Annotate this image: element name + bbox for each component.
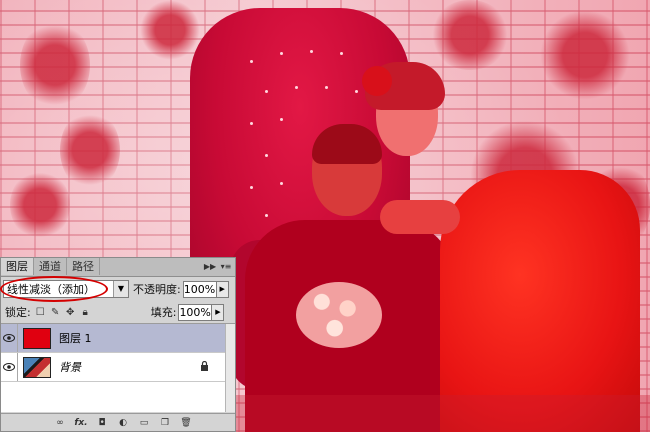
vine-decoration bbox=[540, 10, 630, 100]
lock-label: 锁定: bbox=[5, 306, 31, 319]
tab-paths[interactable]: 路径 bbox=[67, 258, 100, 275]
vine-decoration bbox=[60, 110, 120, 190]
panel-tabbar: 图层 通道 路径 ▶▶ ▾≡ bbox=[1, 258, 235, 277]
layer-name[interactable]: 图层 1 bbox=[59, 330, 92, 346]
adjustment-layer-icon[interactable]: ◐ bbox=[116, 417, 130, 429]
opacity-label: 不透明度: bbox=[133, 283, 181, 296]
layer-name[interactable]: 背景 bbox=[59, 359, 81, 375]
tab-channels[interactable]: 通道 bbox=[34, 258, 67, 275]
fill-slider-arrow-icon[interactable]: ▶ bbox=[212, 303, 225, 321]
lock-transparent-icon[interactable]: ☐ bbox=[35, 307, 46, 318]
vine-decoration bbox=[20, 20, 90, 110]
layer-thumbnail bbox=[23, 327, 51, 349]
bride bbox=[440, 170, 640, 432]
layers-list: 图层 1 背景 bbox=[1, 324, 235, 412]
layer-row[interactable]: 图层 1 bbox=[1, 324, 235, 353]
layer-row[interactable]: 背景 bbox=[1, 353, 235, 382]
fill-input[interactable]: 100% bbox=[178, 303, 213, 321]
vine-decoration bbox=[430, 0, 510, 70]
hair-flower bbox=[362, 66, 392, 96]
lock-paint-icon[interactable]: ✎ bbox=[50, 307, 61, 318]
fx-icon[interactable]: fx. bbox=[74, 417, 88, 429]
blend-mode-select[interactable]: 线性减淡（添加） ▼ bbox=[0, 276, 129, 302]
vine-decoration bbox=[140, 0, 200, 60]
lock-icon bbox=[201, 361, 208, 371]
eye-icon[interactable] bbox=[1, 324, 18, 352]
layer-thumbnail bbox=[23, 356, 51, 378]
lock-fill-row: 锁定: ☐ ✎ ✥ 🔒︎ 填充: 100% ▶ bbox=[1, 301, 235, 324]
panel-menu-icon[interactable]: ▾≡ bbox=[219, 260, 233, 273]
collapse-icon[interactable]: ▶▶ bbox=[203, 260, 217, 273]
vine-decoration bbox=[10, 170, 70, 240]
eye-icon[interactable] bbox=[1, 353, 18, 381]
add-mask-icon[interactable]: ◘ bbox=[95, 417, 109, 429]
blend-opacity-row: 线性减淡（添加） ▼ 不透明度: 100% ▶ bbox=[0, 276, 235, 302]
opacity-slider-arrow-icon[interactable]: ▶ bbox=[216, 280, 229, 298]
fill-label: 填充: bbox=[150, 306, 177, 319]
new-group-icon[interactable]: ▭ bbox=[137, 417, 151, 429]
panel-bottom-toolbar: ∞ fx. ◘ ◐ ▭ ❐ 🗑︎ bbox=[1, 413, 235, 431]
opacity-input[interactable]: 100% bbox=[182, 280, 217, 298]
chevron-down-icon[interactable]: ▼ bbox=[113, 281, 128, 297]
scrollbar[interactable] bbox=[225, 324, 235, 412]
link-layers-icon[interactable]: ∞ bbox=[53, 417, 67, 429]
tab-layers[interactable]: 图层 bbox=[1, 258, 34, 275]
lock-all-icon[interactable]: 🔒︎ bbox=[80, 307, 91, 318]
layers-panel: 图层 通道 路径 ▶▶ ▾≡ 线性减淡（添加） ▼ 不透明度: 100% ▶ 锁… bbox=[0, 257, 236, 432]
trash-icon[interactable]: 🗑︎ bbox=[179, 417, 193, 429]
lock-position-icon[interactable]: ✥ bbox=[65, 307, 76, 318]
new-layer-icon[interactable]: ❐ bbox=[158, 417, 172, 429]
red-highlight-circle bbox=[0, 276, 108, 302]
bouquet bbox=[296, 282, 382, 348]
